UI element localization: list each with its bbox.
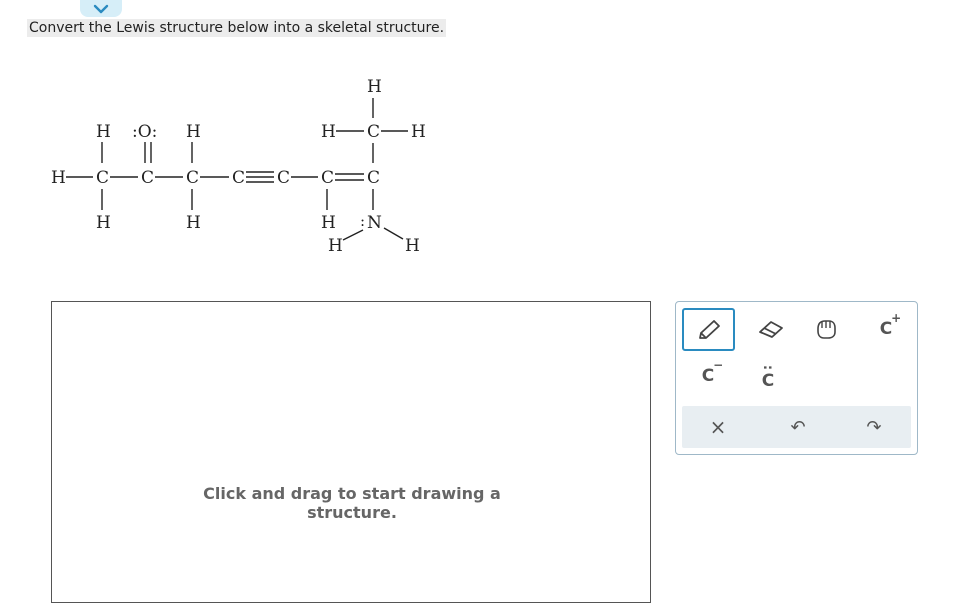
close-icon: × <box>709 415 727 439</box>
hand-tool[interactable] <box>804 310 848 348</box>
lone-pair-label: : C <box>760 364 776 391</box>
atom-c6: C <box>321 168 334 188</box>
action-bar: × ↶ ↷ <box>682 406 911 448</box>
atom-h-ch3-right: H <box>411 122 426 142</box>
atom-h-chain-left: H <box>51 168 66 188</box>
atom-o: :O: <box>132 122 157 142</box>
canvas-hint: Click and drag to start drawing a struct… <box>203 484 501 522</box>
atom-h-bot-c6: H <box>321 213 336 233</box>
atom-c4: C <box>232 168 245 188</box>
atom-c8: C <box>367 168 380 188</box>
atom-h-n-left: H <box>328 236 343 256</box>
drawing-canvas[interactable]: Click and drag to start drawing a struct… <box>51 301 651 603</box>
hand-icon <box>817 320 836 339</box>
atom-h-top-left: H <box>96 122 111 142</box>
eraser-tool[interactable] <box>749 310 793 348</box>
anion-tool[interactable]: C − <box>688 358 728 394</box>
atom-n-lone-pair: : <box>360 212 365 230</box>
undo-button[interactable]: ↶ <box>780 410 816 444</box>
pencil-tool[interactable] <box>682 308 735 351</box>
cation-label: C + <box>879 311 902 339</box>
pencil-icon <box>698 319 720 339</box>
atom-c3: C <box>186 168 199 188</box>
redo-icon: ↷ <box>866 416 882 438</box>
atom-h-ch3-left: H <box>321 122 336 142</box>
lewis-structure: H :O: H H H C H H C C C C C C C H H H : … <box>51 77 426 256</box>
undo-icon: ↶ <box>790 416 806 438</box>
atom-c-ch3: C <box>367 122 380 142</box>
atom-h-bot-c1: H <box>96 213 111 233</box>
clear-button[interactable]: × <box>700 410 736 444</box>
atom-c1: C <box>96 168 109 188</box>
atom-h-top-right: H <box>367 77 382 97</box>
atom-n: N <box>367 213 382 233</box>
atom-c5: C <box>277 168 290 188</box>
lone-pair-tool[interactable]: : C <box>748 358 788 394</box>
atom-h-n-right: H <box>405 236 420 256</box>
drawing-toolbox: C + C − : C × ↶ ↷ <box>675 301 918 455</box>
redo-button[interactable]: ↷ <box>856 410 892 444</box>
cation-tool[interactable]: C + <box>864 310 908 348</box>
atom-h-bot-c3: H <box>186 213 201 233</box>
atom-h-top-mid: H <box>186 122 201 142</box>
anion-label: C − <box>701 358 724 386</box>
eraser-icon <box>759 321 783 338</box>
atom-c2: C <box>141 168 154 188</box>
